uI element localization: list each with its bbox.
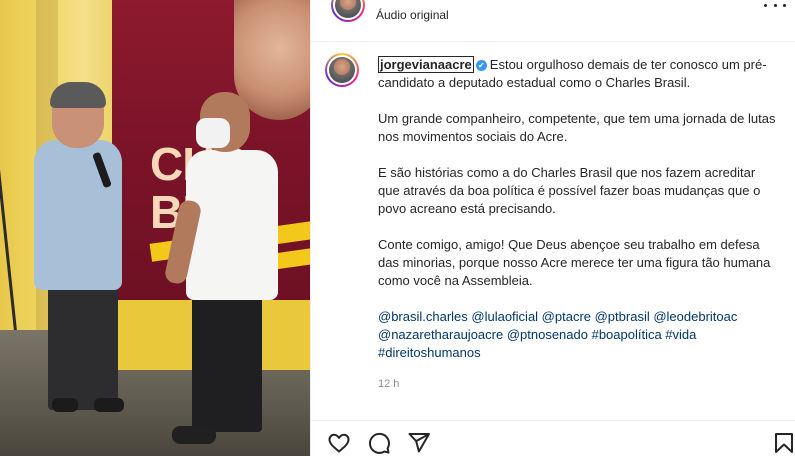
- face-mask: [196, 118, 230, 148]
- post-caption: jorgevianaacre ✔ Estou orgulhoso demais de…: [378, 56, 778, 380]
- bookmark-icon[interactable]: [772, 431, 795, 455]
- speaker-legs: [48, 280, 118, 410]
- speaker-shoe: [52, 398, 78, 412]
- share-icon[interactable]: [407, 431, 431, 455]
- author-avatar[interactable]: [331, 0, 365, 22]
- audio-label[interactable]: Áudio original: [376, 8, 449, 22]
- speaker-body: [34, 140, 122, 290]
- author-username[interactable]: jorgevianaacre: [378, 56, 474, 73]
- listener-legs: [192, 292, 262, 432]
- post-media[interactable]: CHC BI: [0, 0, 310, 456]
- heart-icon[interactable]: [327, 431, 351, 455]
- speaker-hair: [50, 82, 106, 108]
- listener-body: [186, 150, 278, 300]
- more-options-icon[interactable]: [764, 0, 786, 12]
- post-side-panel: Áudio original jorgevianaacre ✔ Estou orgu…: [310, 0, 795, 456]
- post-timestamp[interactable]: 12 h: [378, 378, 399, 390]
- listener-shoe: [172, 426, 216, 444]
- speaker-shoe: [94, 398, 124, 412]
- caption-paragraph: E são histórias como a do Charles Brasil…: [378, 165, 761, 216]
- post-header: Áudio original: [311, 0, 795, 42]
- comment-icon[interactable]: [367, 431, 391, 455]
- caption-paragraph: jorgevianaacre ✔ Estou orgulhoso demais de…: [378, 56, 778, 92]
- caption-hashtags[interactable]: @brasil.charles @lulaoficial @ptacre @pt…: [378, 308, 778, 362]
- caption-author-avatar[interactable]: [325, 53, 359, 87]
- caption-paragraph: Um grande companheiro, competente, que t…: [378, 111, 776, 144]
- verified-icon: ✔: [475, 60, 487, 72]
- action-bar: [311, 420, 795, 456]
- caption-paragraph: Conte comigo, amigo! Que Deus abençoe se…: [378, 237, 771, 288]
